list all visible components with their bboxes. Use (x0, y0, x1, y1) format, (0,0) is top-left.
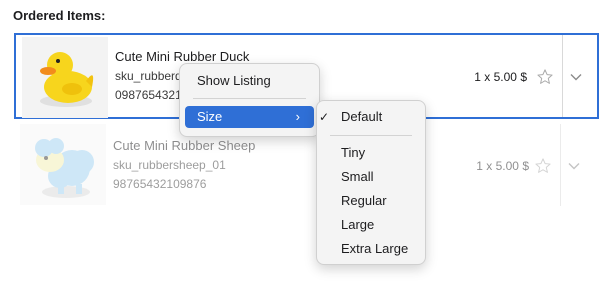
size-submenu: ✓ Default Tiny Small Regular Large Extra… (316, 100, 426, 265)
size-option-regular[interactable]: Regular (322, 190, 420, 212)
item-name: Cute Mini Rubber Duck (115, 49, 250, 64)
item-sku: sku_rubbersheep_01 (113, 158, 226, 172)
rubber-duck-image (40, 52, 94, 107)
menu-item-label: Size (197, 109, 223, 124)
menu-item-size[interactable]: Size › (185, 106, 314, 128)
menu-separator (330, 135, 412, 136)
size-option-label: Small (341, 169, 374, 184)
size-option-default[interactable]: ✓ Default (319, 106, 420, 128)
size-option-label: Tiny (341, 145, 366, 160)
item-quantity-price: 1 x 5.00 $ (476, 159, 529, 173)
rubber-sheep-image (35, 138, 94, 198)
context-menu: Show Listing Size › (179, 63, 320, 137)
chevron-down-icon[interactable] (569, 70, 583, 84)
star-icon[interactable] (536, 68, 554, 86)
size-option-extra-large[interactable]: Extra Large (322, 238, 420, 260)
chevron-down-icon[interactable] (567, 159, 581, 173)
item-quantity-price: 1 x 5.00 $ (474, 70, 527, 84)
size-option-large[interactable]: Large (322, 214, 420, 236)
checkmark-icon: ✓ (319, 110, 330, 124)
size-option-tiny[interactable]: Tiny (322, 142, 420, 164)
ordered-items-heading: Ordered Items: (13, 8, 106, 23)
menu-item-label: Show Listing (197, 73, 271, 88)
row-divider (562, 35, 563, 117)
row-divider (560, 124, 561, 206)
menu-separator (193, 98, 306, 99)
rubber-sheep-thumbnail[interactable] (20, 124, 106, 205)
size-option-label: Extra Large (341, 241, 409, 256)
size-option-label: Regular (341, 193, 387, 208)
size-option-label: Default (341, 109, 383, 124)
item-code: 98765432109876 (113, 177, 207, 191)
chevron-right-icon: › (295, 109, 300, 124)
rubber-duck-thumbnail[interactable] (22, 37, 108, 118)
menu-item-show-listing[interactable]: Show Listing (185, 70, 314, 92)
size-option-label: Large (341, 217, 375, 232)
star-icon[interactable] (534, 157, 552, 175)
size-option-small[interactable]: Small (322, 166, 420, 188)
item-name: Cute Mini Rubber Sheep (113, 138, 256, 153)
